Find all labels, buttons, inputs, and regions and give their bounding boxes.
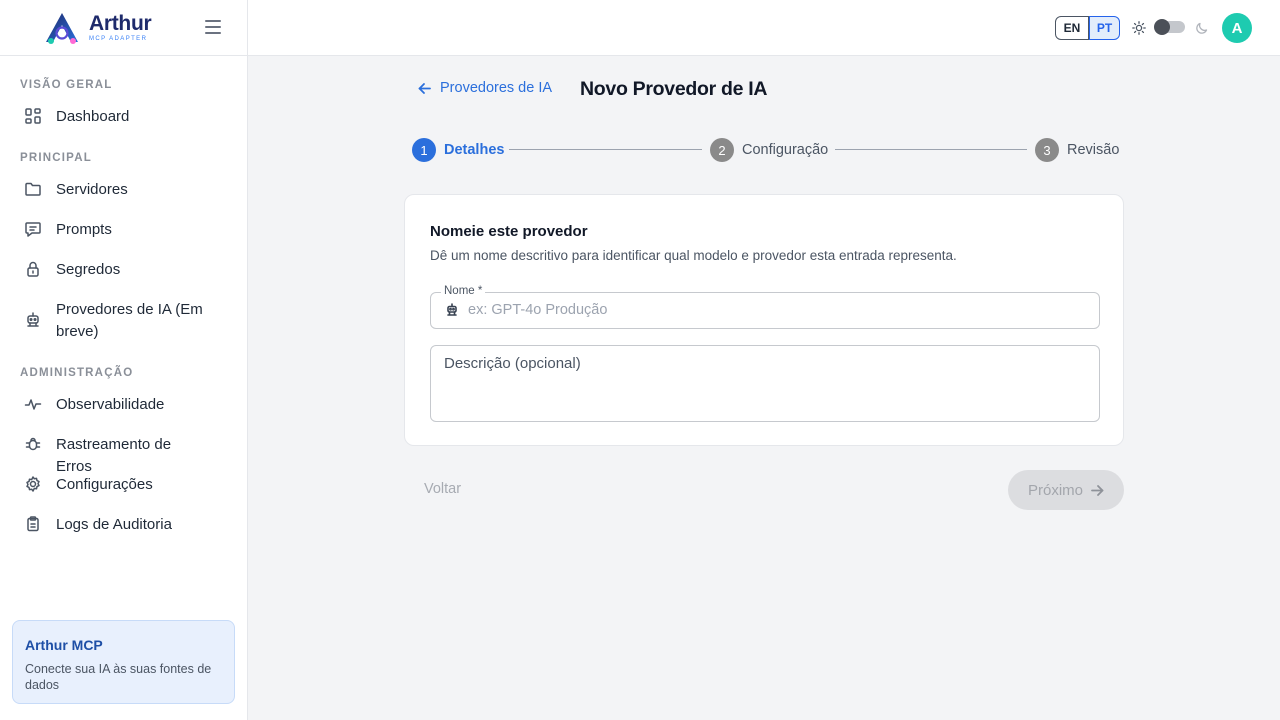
menu-toggle-icon[interactable]: [205, 20, 221, 34]
sidebar-item-secrets[interactable]: Segredos: [12, 259, 236, 281]
form-subheading: Dê um nome descritivo para identificar q…: [430, 248, 957, 263]
step-label: Configuração: [742, 142, 829, 158]
sidebar-item-label: Prompts: [56, 221, 112, 238]
sidebar-item-label: Rastreamento de Erros: [56, 436, 172, 475]
step-details: 1 Detalhes: [412, 138, 504, 162]
lock-icon: [24, 260, 42, 278]
sidebar-item-observability[interactable]: Observabilidade: [12, 394, 236, 416]
form-heading: Nomeie este provedor: [430, 223, 588, 240]
bug-icon: [24, 435, 42, 453]
sidebar-item-ai-providers[interactable]: Provedores de IA (Em breve): [12, 299, 236, 343]
next-button[interactable]: Próximo: [1008, 470, 1124, 510]
theme-toggle-knob: [1154, 19, 1170, 35]
sidebar-item-label: Logs de Auditoria: [56, 516, 172, 533]
top-bar: EN PT A: [248, 0, 1280, 56]
step-number: 1: [412, 138, 436, 162]
gear-icon: [24, 475, 42, 493]
clipboard-icon: [24, 515, 42, 533]
pulse-icon: [24, 395, 42, 413]
section-title-overview: VISÃO GERAL: [20, 79, 113, 91]
back-link-label: Provedores de IA: [440, 80, 553, 96]
chat-icon: [24, 220, 42, 238]
brand-name: Arthur: [89, 12, 152, 35]
section-title-admin: ADMINISTRAÇÃO: [20, 367, 134, 379]
arrow-left-icon: [418, 82, 431, 94]
sun-icon: [1132, 21, 1146, 35]
sidebar-item-prompts[interactable]: Prompts: [12, 219, 236, 241]
arrow-right-icon: [1091, 484, 1104, 496]
step-configuration: 2 Configuração: [710, 138, 828, 162]
arthur-logo-icon: [46, 12, 78, 44]
dashboard-icon: [24, 107, 42, 125]
theme-toggle[interactable]: [1154, 19, 1185, 35]
promo-text: Conecte sua IA às suas fontes de dados: [25, 662, 212, 692]
brand-header: Arthur MCP ADAPTER: [0, 0, 247, 56]
brand-subtitle: MCP ADAPTER: [89, 36, 148, 42]
language-en-button[interactable]: EN: [1055, 16, 1089, 40]
next-button-label: Próximo: [1027, 481, 1083, 499]
description-field: [430, 345, 1100, 422]
folder-icon: [24, 180, 42, 198]
step-label: Revisão: [1067, 142, 1120, 158]
moon-icon: [1196, 22, 1208, 34]
sidebar-item-label: Observabilidade: [56, 396, 165, 413]
language-pt-button[interactable]: PT: [1089, 16, 1120, 40]
section-title-main: PRINCIPAL: [20, 152, 92, 164]
sidebar-item-error-tracking[interactable]: Rastreamento de Erros: [12, 434, 236, 478]
name-input[interactable]: [468, 302, 1068, 318]
step-connector: [509, 149, 702, 150]
sidebar-item-audit-logs[interactable]: Logs de Auditoria: [12, 514, 236, 536]
step-connector: [835, 149, 1027, 150]
sidebar-item-label: Servidores: [56, 181, 128, 198]
page-title: Novo Provedor de IA: [580, 78, 768, 100]
name-field-label: Nome *: [441, 285, 486, 297]
sidebar-item-servers[interactable]: Servidores: [12, 179, 236, 201]
robot-icon: [24, 311, 42, 329]
step-review: 3 Revisão: [1035, 138, 1119, 162]
sidebar-item-label: Dashboard: [56, 108, 130, 125]
avatar[interactable]: A: [1222, 13, 1252, 43]
sidebar-item-dashboard[interactable]: Dashboard: [12, 106, 236, 128]
sidebar-item-label: Segredos: [56, 261, 121, 278]
sidebar: Arthur MCP ADAPTER VISÃO GERAL Dashboard…: [0, 0, 248, 720]
sidebar-item-settings[interactable]: Configurações: [12, 474, 236, 496]
step-number: 3: [1035, 138, 1059, 162]
step-number: 2: [710, 138, 734, 162]
back-button[interactable]: Voltar: [424, 481, 461, 497]
step-label: Detalhes: [444, 142, 505, 158]
name-field: Nome *: [430, 285, 1100, 329]
description-textarea[interactable]: [444, 355, 1084, 413]
provider-details-card: Nomeie este provedor Dê um nome descriti…: [404, 194, 1124, 446]
back-to-providers-link[interactable]: Provedores de IA: [418, 80, 552, 96]
promo-title: Arthur MCP: [25, 637, 103, 653]
sidebar-item-label: Configurações: [56, 476, 153, 493]
sidebar-item-label: Provedores de IA (Em breve): [56, 301, 203, 340]
promo-card: Arthur MCP Conecte sua IA às suas fontes…: [12, 620, 235, 704]
robot-icon: [445, 303, 459, 317]
